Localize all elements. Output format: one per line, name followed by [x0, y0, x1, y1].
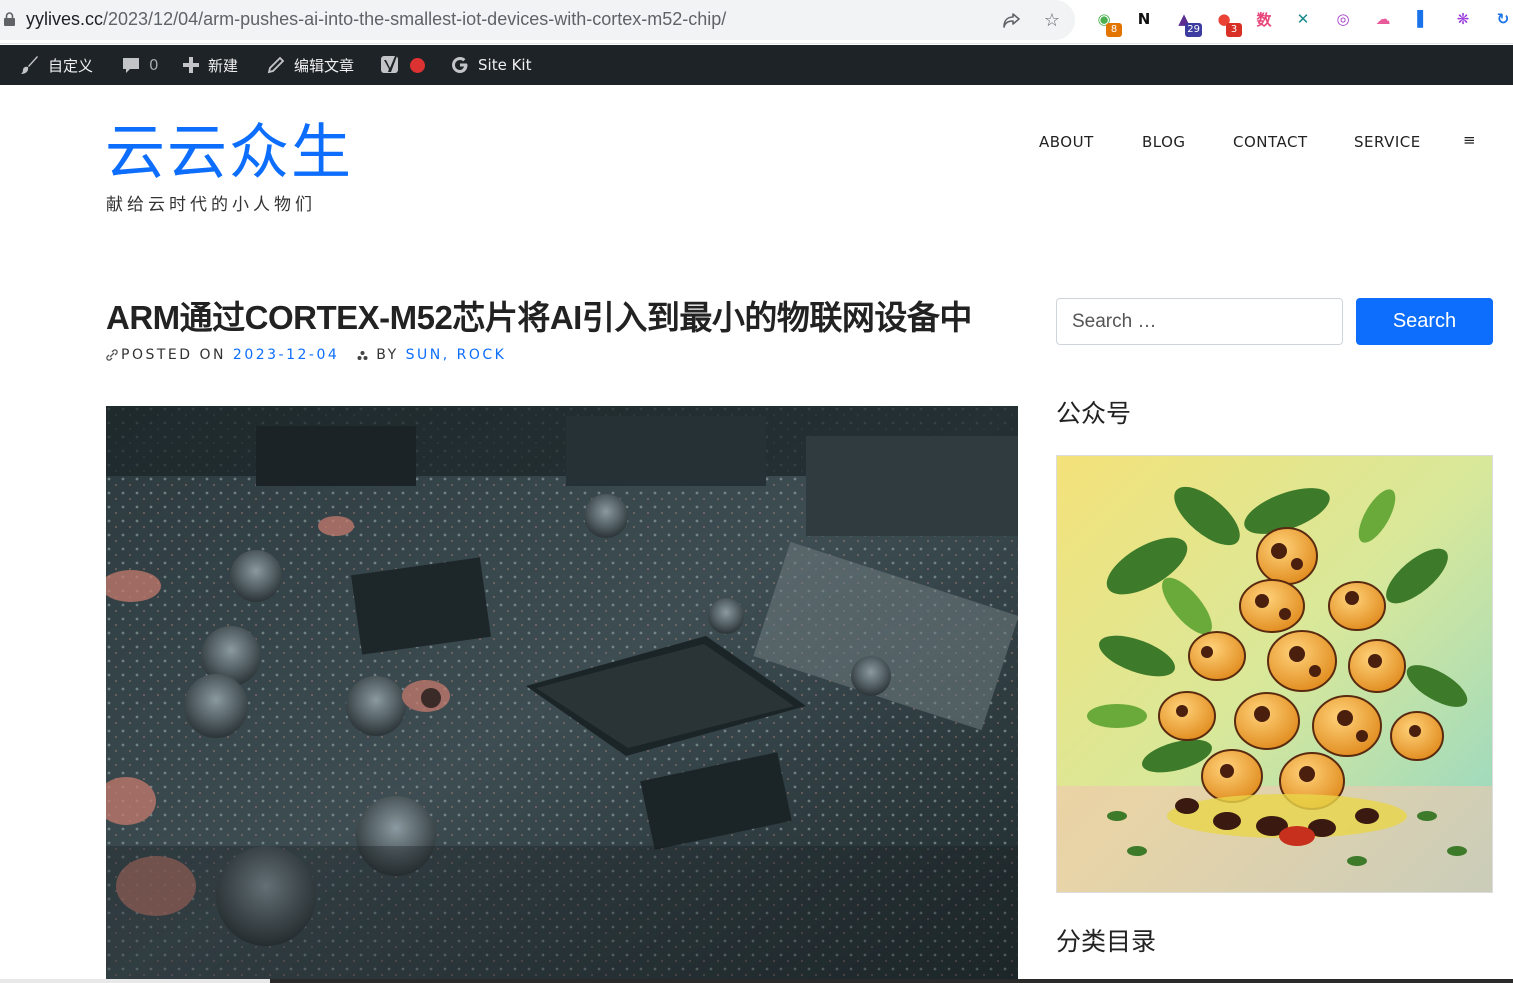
lock-icon[interactable]: [4, 12, 15, 26]
yoast-seo-menu[interactable]: [380, 45, 425, 85]
url-host: yylives.cc: [26, 9, 104, 29]
site-title-link[interactable]: 云云众生: [105, 118, 353, 188]
search-input[interactable]: [1056, 298, 1343, 345]
nav-service[interactable]: SERVICE: [1354, 133, 1421, 151]
plus-icon: [183, 57, 199, 73]
notion-icon[interactable]: N: [1132, 7, 1156, 31]
red-extension-icon[interactable]: ● 3: [1212, 7, 1242, 37]
admin-new[interactable]: 新建: [182, 45, 238, 85]
nav-contact[interactable]: CONTACT: [1233, 133, 1308, 151]
admin-customize[interactable]: 自定义: [20, 45, 93, 85]
comments-count: 0: [149, 56, 159, 74]
admin-customize-label: 自定义: [48, 56, 94, 75]
url-text[interactable]: yylives.cc/2023/12/04/arm-pushes-ai-into…: [26, 9, 726, 30]
wechat-account-image: [1056, 455, 1493, 893]
widget-categories-title: 分类目录: [1056, 927, 1157, 956]
user-group-icon: [357, 350, 368, 360]
featured-image-circuit-board: [106, 406, 1018, 983]
admin-site-kit[interactable]: Site Kit: [450, 45, 531, 85]
post-meta: POSTED ON 2023-12-04 BY SUN, ROCK: [106, 347, 506, 363]
extension-badge: 29: [1185, 23, 1202, 37]
pencil-icon: [267, 56, 285, 74]
sync-icon[interactable]: ↻: [1491, 7, 1513, 31]
admin-new-label: 新建: [208, 56, 239, 75]
url-path: /2023/12/04/arm-pushes-ai-into-the-small…: [103, 9, 727, 29]
admin-edit-label: 编辑文章: [294, 56, 355, 75]
search-button[interactable]: Search: [1356, 298, 1493, 345]
translate-icon[interactable]: 数: [1252, 7, 1276, 31]
address-bar[interactable]: yylives.cc/2023/12/04/arm-pushes-ai-into…: [0, 0, 1075, 40]
nav-blog[interactable]: BLOG: [1142, 133, 1186, 151]
cat-icon[interactable]: ☁: [1371, 7, 1395, 31]
menu-toggle-icon[interactable]: ≡: [1463, 131, 1476, 149]
bookmark-star-icon[interactable]: ☆: [1040, 8, 1064, 32]
chrome-extension-multicolor-icon[interactable]: ◉ 8: [1092, 7, 1122, 37]
google-g-icon: [452, 57, 468, 73]
purple-circle-icon[interactable]: ◎: [1331, 7, 1355, 31]
admin-edit-post[interactable]: 编辑文章: [266, 45, 354, 85]
post-date-link[interactable]: 2023-12-04: [233, 347, 339, 363]
wp-admin-bar: 自定义 0 新建 编辑文章 Site Kit: [0, 45, 1513, 85]
yoast-icon: [381, 56, 398, 73]
site-tagline: 献给云时代的小人物们: [106, 195, 316, 215]
comment-icon: [123, 58, 139, 73]
openai-icon[interactable]: ❋: [1451, 7, 1475, 31]
blue-flag-icon[interactable]: ▌: [1411, 7, 1435, 31]
graduation-cap-icon[interactable]: ▲ 29: [1172, 7, 1202, 37]
horizontal-scrollbar-thumb[interactable]: [270, 979, 1513, 983]
teal-extension-icon[interactable]: ✕: [1291, 7, 1315, 31]
share-icon[interactable]: [1000, 8, 1024, 32]
extension-badge: 8: [1106, 23, 1122, 37]
paintbrush-icon: [21, 56, 38, 74]
post-title: ARM通过CORTEX-M52芯片将AI引入到最小的物联网设备中: [106, 299, 972, 336]
seo-status-dot-icon: [410, 57, 425, 73]
nav-about[interactable]: ABOUT: [1039, 133, 1094, 151]
browser-toolbar: yylives.cc/2023/12/04/arm-pushes-ai-into…: [0, 0, 1513, 44]
widget-wechat-title: 公众号: [1056, 399, 1132, 428]
posted-on-label: POSTED ON: [121, 347, 226, 363]
site-kit-label: Site Kit: [478, 56, 532, 74]
admin-comments[interactable]: 0: [121, 45, 159, 85]
post-authors-link[interactable]: SUN, ROCK: [406, 347, 507, 363]
by-label: BY: [376, 347, 399, 363]
extension-badge: 3: [1226, 23, 1242, 37]
link-icon: [106, 349, 118, 361]
